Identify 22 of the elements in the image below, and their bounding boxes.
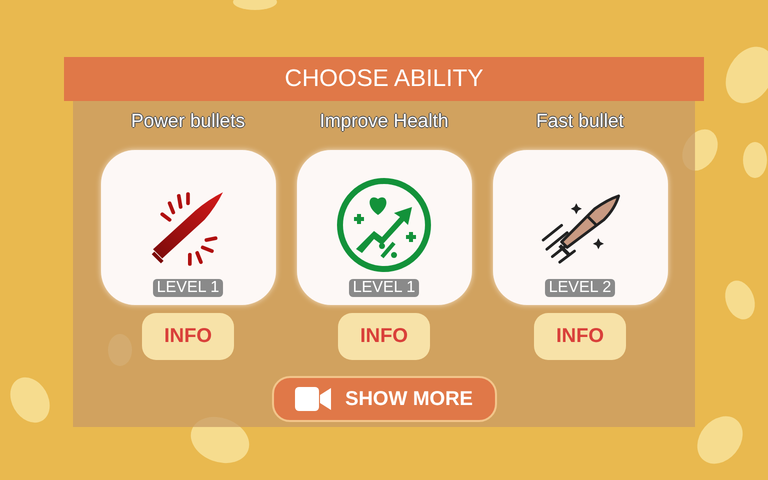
ability-card[interactable]: LEVEL 1 <box>296 150 472 305</box>
level-label: LEVEL 2 <box>544 279 616 297</box>
show-more-button[interactable]: SHOW MORE <box>272 376 496 422</box>
leaf <box>697 416 743 464</box>
health-growth-icon <box>334 175 434 275</box>
leaf <box>725 280 755 320</box>
ability-name: Power bullets <box>130 111 246 133</box>
ability-name: Improve Health <box>320 111 448 133</box>
ability-card[interactable]: LEVEL 2 <box>492 150 668 305</box>
info-button[interactable]: INFO <box>338 313 430 360</box>
leaf <box>233 0 277 10</box>
level-label: LEVEL 1 <box>348 279 420 297</box>
info-button[interactable]: INFO <box>534 313 626 360</box>
leaf <box>10 377 50 423</box>
leaf <box>726 46 768 104</box>
info-button[interactable]: INFO <box>142 313 234 360</box>
video-camera-icon <box>295 385 332 413</box>
leaf <box>743 142 767 178</box>
ability-card[interactable]: LEVEL 1 <box>100 150 276 305</box>
ability-name: Fast bullet <box>536 111 624 133</box>
title: CHOOSE ABILITY <box>284 65 484 93</box>
level-label: LEVEL 1 <box>152 279 224 297</box>
